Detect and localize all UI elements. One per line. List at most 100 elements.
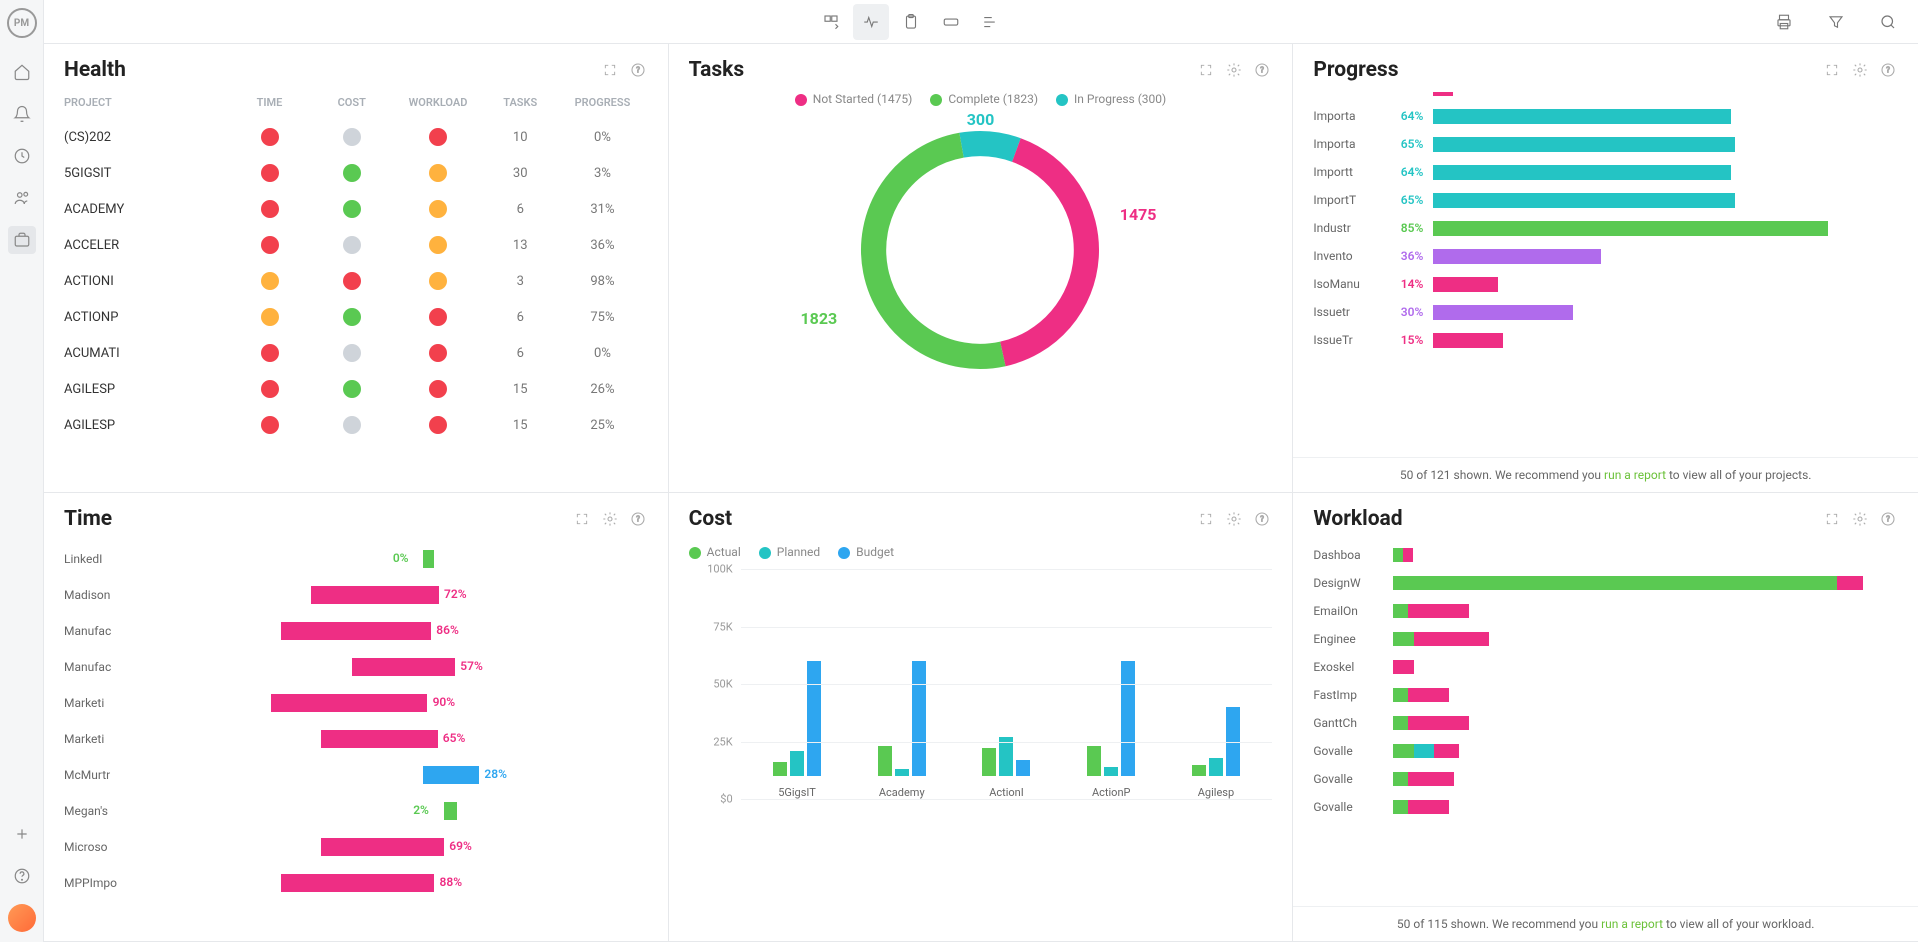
time-row[interactable]: LinkedI 0% (64, 541, 648, 577)
expand-icon[interactable] (1196, 509, 1216, 529)
view-clipboard-icon[interactable] (893, 4, 929, 40)
help-icon[interactable]: ? (1878, 509, 1898, 529)
progress-row[interactable]: ImportT 65% (1313, 186, 1898, 214)
workload-row[interactable]: Govalle (1313, 765, 1898, 793)
view-overview-icon[interactable] (813, 4, 849, 40)
cost-bar (1192, 765, 1206, 777)
status-dot (343, 128, 361, 146)
progress-row[interactable]: Importa 65% (1313, 130, 1898, 158)
project-name: Importa (1313, 109, 1379, 123)
expand-icon[interactable] (572, 509, 592, 529)
run-report-link[interactable]: run a report (1601, 917, 1663, 931)
gear-icon[interactable] (1850, 60, 1870, 80)
help-icon[interactable]: ? (628, 509, 648, 529)
progress-pct: 36% (1379, 249, 1423, 263)
time-pct: 57% (460, 659, 483, 673)
time-row[interactable]: Manufac 57% (64, 649, 648, 685)
gear-icon[interactable] (600, 509, 620, 529)
expand-icon[interactable] (1822, 509, 1842, 529)
time-row[interactable]: Madison 72% (64, 577, 648, 613)
health-row[interactable]: ACADEMY 6 31% (64, 191, 648, 227)
help-icon[interactable]: ? (1878, 60, 1898, 80)
health-row[interactable]: 5GIGSIT 30 3% (64, 155, 648, 191)
progress-row[interactable]: Importt 64% (1313, 158, 1898, 186)
logo[interactable]: PM (7, 8, 37, 38)
health-row[interactable]: ACUMATI 6 0% (64, 335, 648, 371)
status-dot (261, 272, 279, 290)
add-icon[interactable] (8, 820, 36, 848)
workload-segment (1434, 744, 1459, 758)
time-row[interactable]: McMurtr 28% (64, 757, 648, 793)
time-row[interactable]: MPPImpo 88% (64, 865, 648, 901)
briefcase-icon[interactable] (8, 226, 36, 254)
expand-icon[interactable] (1822, 60, 1842, 80)
progress-pct: 65% (1379, 193, 1423, 207)
time-row[interactable]: Manufac 86% (64, 613, 648, 649)
gear-icon[interactable] (1224, 509, 1244, 529)
workload-segment (1408, 604, 1469, 618)
project-name: ACTIONP (64, 310, 228, 325)
expand-icon[interactable] (1196, 60, 1216, 80)
time-row[interactable]: Marketi 90% (64, 685, 648, 721)
time-pct: 2% (413, 803, 429, 817)
run-report-link[interactable]: run a report (1604, 468, 1666, 482)
help-icon[interactable] (8, 862, 36, 890)
progress-row[interactable]: Importa 64% (1313, 102, 1898, 130)
workload-segment (1393, 688, 1408, 702)
progress-row[interactable]: Invento 36% (1313, 242, 1898, 270)
help-icon[interactable]: ? (1252, 509, 1272, 529)
gear-icon[interactable] (1850, 509, 1870, 529)
workload-row[interactable]: DesignW (1313, 569, 1898, 597)
time-row[interactable]: Megan's 2% (64, 793, 648, 829)
workload-row[interactable]: Govalle (1313, 793, 1898, 821)
progress-bar (1433, 193, 1735, 208)
progress-bar (1433, 221, 1828, 236)
view-timeline-icon[interactable] (973, 4, 1009, 40)
donut-label-top: 300 (967, 110, 995, 129)
progress-row[interactable]: IsoManu 14% (1313, 270, 1898, 298)
clock-icon[interactable] (8, 142, 36, 170)
workload-row[interactable]: FastImp (1313, 681, 1898, 709)
avatar[interactable] (8, 904, 36, 932)
people-icon[interactable] (8, 184, 36, 212)
project-name: AGILESP (64, 382, 228, 397)
expand-icon[interactable] (600, 60, 620, 80)
view-pulse-icon[interactable] (853, 4, 889, 40)
workload-row[interactable]: Govalle (1313, 737, 1898, 765)
workload-row[interactable]: EmailOn (1313, 597, 1898, 625)
gear-icon[interactable] (1224, 60, 1244, 80)
help-icon[interactable]: ? (628, 60, 648, 80)
workload-row[interactable]: Exoskel (1313, 653, 1898, 681)
workload-row[interactable]: GanttCh (1313, 709, 1898, 737)
bell-icon[interactable] (8, 100, 36, 128)
home-icon[interactable] (8, 58, 36, 86)
print-icon[interactable] (1766, 4, 1802, 40)
status-dot (261, 380, 279, 398)
progress-row[interactable]: Industr 85% (1313, 214, 1898, 242)
time-row[interactable]: Marketi 65% (64, 721, 648, 757)
health-row[interactable]: (CS)202 10 0% (64, 119, 648, 155)
status-dot (429, 236, 447, 254)
progress-pct: 98% (557, 274, 647, 289)
filter-icon[interactable] (1818, 4, 1854, 40)
view-card-icon[interactable] (933, 4, 969, 40)
workload-segment (1408, 688, 1448, 702)
cost-bar (1016, 760, 1030, 776)
help-icon[interactable]: ? (1252, 60, 1272, 80)
workload-row[interactable]: Dashboa (1313, 541, 1898, 569)
health-row[interactable]: ACCELER 13 36% (64, 227, 648, 263)
progress-bar (1433, 249, 1600, 264)
progress-row[interactable]: IssueTr 15% (1313, 326, 1898, 354)
health-row[interactable]: ACTIONP 6 75% (64, 299, 648, 335)
progress-row[interactable]: Issuetr 30% (1313, 298, 1898, 326)
workload-segment (1393, 632, 1413, 646)
time-row[interactable]: Microso 69% (64, 829, 648, 865)
project-name: LinkedI (64, 552, 138, 566)
search-icon[interactable] (1870, 4, 1906, 40)
health-row[interactable]: AGILESP 15 26% (64, 371, 648, 407)
health-row[interactable]: ACTIONI 3 98% (64, 263, 648, 299)
health-row[interactable]: AGILESP 15 25% (64, 407, 648, 443)
left-sidebar: PM (0, 0, 44, 942)
progress-bar (1433, 165, 1730, 180)
workload-row[interactable]: Enginee (1313, 625, 1898, 653)
